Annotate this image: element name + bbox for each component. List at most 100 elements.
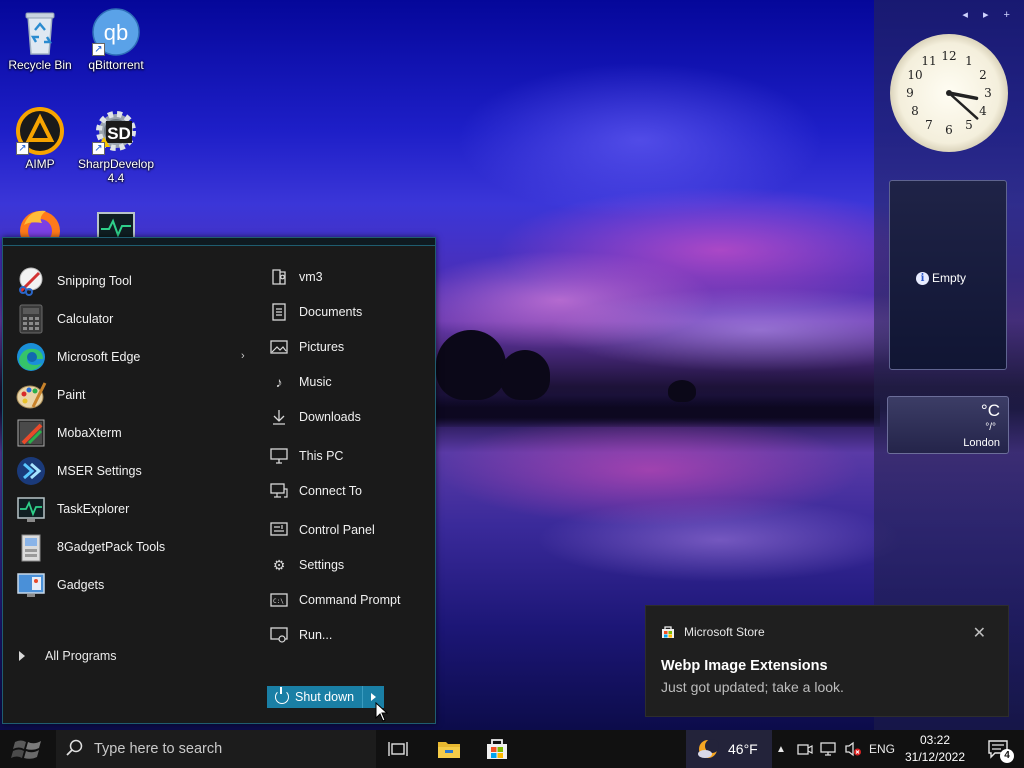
taskbar-time: 03:22 (919, 733, 951, 747)
network-icon (820, 742, 836, 756)
start-item-calculator[interactable]: Calculator (15, 301, 265, 337)
start-item-taskexplorer[interactable]: TaskExplorer (15, 491, 265, 527)
gear-icon: ⚙ (272, 556, 286, 573)
start-item-label: Snipping Tool (57, 274, 132, 288)
shutdown-divider (362, 686, 363, 708)
language-indicator[interactable]: ENG (866, 730, 898, 768)
volume-muted-icon (845, 741, 861, 757)
microsoft-store-icon (661, 625, 675, 639)
start-place-music[interactable]: ♪ Music (269, 369, 429, 395)
svg-text:11: 11 (921, 54, 936, 68)
desktop-icon-label: Recycle Bin (8, 58, 72, 72)
shortcut-arrow-icon: ↗ (92, 142, 105, 155)
svg-text:C:\: C:\ (273, 598, 284, 605)
toast-title: Webp Image Extensions (661, 658, 828, 674)
empty-gadget[interactable]: i Empty (889, 180, 1007, 370)
desktop-icon-label: qBittorrent (88, 58, 144, 72)
start-place-downloads[interactable]: Downloads (269, 404, 429, 430)
show-hidden-icons-button[interactable]: ▲ (772, 730, 790, 768)
sidebar-nav-controls[interactable]: ◂ ▸ + (962, 8, 1016, 21)
start-place-label: vm3 (299, 270, 323, 284)
start-place-connect-to[interactable]: Connect To (269, 478, 429, 504)
all-programs-label: All Programs (45, 649, 117, 663)
start-item-gadgets[interactable]: Gadgets (15, 567, 265, 603)
clock-gadget[interactable]: 12 1 2 345 678 9 10 11 (890, 34, 1008, 152)
tray-volume-button[interactable] (842, 730, 864, 768)
start-button[interactable] (0, 730, 56, 768)
start-place-command-prompt[interactable]: C:\ Command Prompt (269, 587, 429, 613)
svg-text:5: 5 (965, 118, 973, 132)
desktop-icon-label: SharpDevelop 4.4 (77, 157, 155, 185)
start-item-mser-settings[interactable]: MSER Settings (15, 453, 265, 489)
start-item-label: Calculator (57, 312, 114, 326)
start-place-pictures[interactable]: Pictures (269, 334, 429, 360)
computer-icon (269, 446, 289, 466)
run-icon (269, 625, 289, 645)
start-item-8gadgetpack-tools[interactable]: 8GadgetPack Tools (15, 529, 265, 565)
document-icon (269, 302, 289, 322)
start-place-label: Downloads (299, 410, 361, 424)
action-center-button[interactable]: 4 (978, 730, 1018, 768)
start-place-run[interactable]: Run... (269, 622, 429, 648)
start-item-label: TaskExplorer (57, 502, 130, 516)
download-icon (269, 407, 289, 427)
taskbar-weather[interactable]: 46°F (686, 730, 772, 768)
start-place-documents[interactable]: Documents (269, 299, 429, 325)
start-item-label: MSER Settings (57, 464, 142, 478)
start-item-paint[interactable]: Paint (15, 377, 265, 413)
desktop-icon-label: AIMP (25, 157, 55, 171)
edge-icon (15, 341, 47, 373)
task-view-button[interactable] (375, 730, 421, 768)
start-place-vm3[interactable]: vm3 (269, 264, 429, 290)
start-place-settings[interactable]: ⚙ Settings (269, 552, 429, 578)
snipping-tool-icon (15, 265, 47, 297)
svg-text:qb: qb (104, 20, 128, 45)
notification-toast[interactable]: Microsoft Store ✕ Webp Image Extensions … (645, 605, 1009, 717)
all-programs-button[interactable]: All Programs (19, 649, 117, 663)
desktop-icon-sharpdevelop[interactable]: SD ↗ SharpDevelop 4.4 (76, 107, 156, 185)
tray-network-button[interactable] (818, 730, 840, 768)
gadgetpack-tools-icon (15, 531, 47, 563)
chevron-right-icon[interactable]: › (241, 350, 245, 362)
weather-gadget[interactable]: °C °/° London (887, 396, 1009, 454)
svg-text:10: 10 (907, 68, 922, 82)
qbittorrent-icon: qb ↗ (92, 8, 140, 56)
mobaxterm-icon (15, 417, 47, 449)
windows-logo-icon (11, 740, 41, 759)
start-place-control-panel[interactable]: Control Panel (269, 517, 429, 543)
taskbar-date: 31/12/2022 (904, 750, 966, 764)
start-item-snipping-tool[interactable]: Snipping Tool (15, 263, 265, 299)
search-input[interactable] (94, 741, 344, 757)
svg-text:3: 3 (984, 86, 992, 100)
start-item-microsoft-edge[interactable]: Microsoft Edge › (15, 339, 265, 375)
power-icon (275, 687, 289, 704)
start-item-label: MobaXterm (57, 426, 122, 440)
shutdown-label: Shut down (295, 690, 355, 704)
desktop-icon-qbittorrent[interactable]: qb ↗ qBittorrent (76, 8, 156, 72)
file-explorer-icon (438, 742, 460, 758)
gadgets-icon (15, 569, 47, 601)
desktop-icon-aimp[interactable]: ↗ AIMP (0, 107, 80, 171)
start-place-this-pc[interactable]: This PC (269, 443, 429, 469)
svg-text:2: 2 (979, 68, 987, 82)
svg-text:12: 12 (941, 49, 956, 63)
wallpaper-tree (668, 380, 696, 402)
close-icon[interactable]: ✕ (973, 623, 986, 643)
start-place-label: Settings (299, 558, 345, 572)
chevron-up-icon: ▲ (776, 743, 786, 755)
triangle-right-icon (19, 651, 25, 661)
file-explorer-button[interactable] (426, 730, 472, 768)
taskbar-clock[interactable]: 03:22 31/12/2022 (898, 732, 972, 766)
shutdown-button[interactable]: Shut down (267, 686, 384, 708)
shutdown-options-arrow-icon[interactable] (371, 693, 376, 701)
music-icon: ♪ (275, 374, 283, 390)
svg-text:6: 6 (945, 123, 953, 137)
tray-meet-button[interactable] (794, 730, 816, 768)
start-place-label: Documents (299, 305, 363, 319)
desktop-icon-recycle-bin[interactable]: Recycle Bin (0, 8, 80, 72)
microsoft-store-button[interactable] (474, 730, 520, 768)
wallpaper-treeline (430, 395, 880, 427)
camera-icon (797, 744, 813, 755)
taskbar-search[interactable] (56, 730, 376, 768)
start-item-mobaxterm[interactable]: MobaXterm (15, 415, 265, 451)
